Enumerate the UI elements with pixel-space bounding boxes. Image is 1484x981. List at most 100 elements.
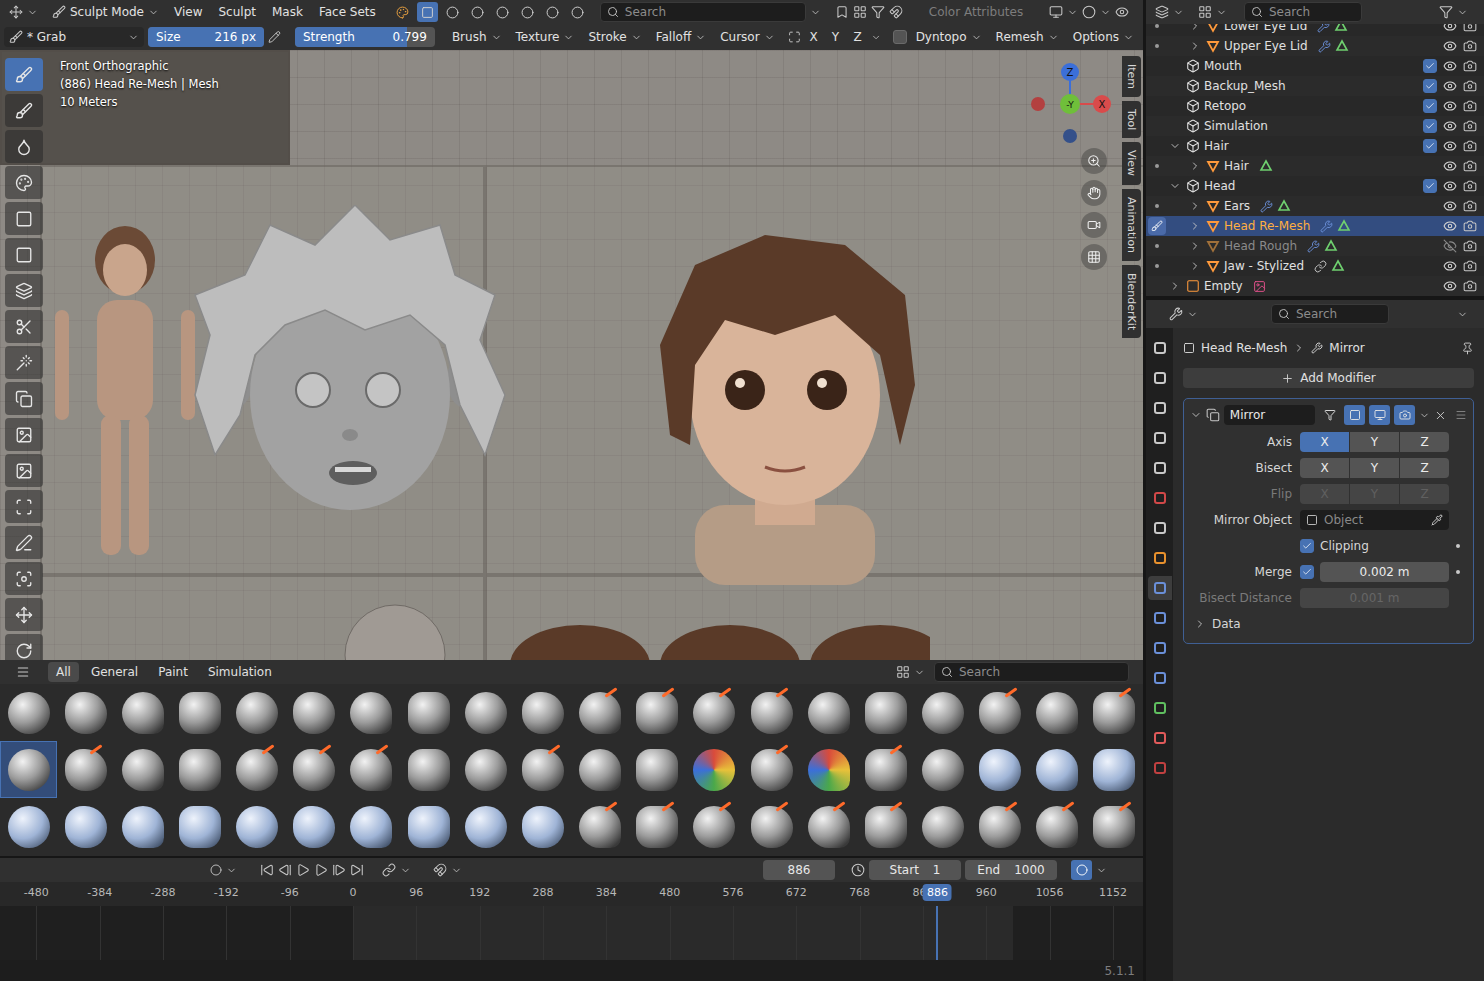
- tool-button[interactable]: [5, 238, 43, 271]
- brush-dropdown[interactable]: * Grab: [4, 27, 144, 47]
- display-mode-icon[interactable]: [521, 6, 534, 19]
- mode-dot[interactable]: [1155, 164, 1159, 168]
- check-icon[interactable]: [1425, 101, 1435, 111]
- header-menu[interactable]: Face Sets: [313, 2, 382, 22]
- tool-button[interactable]: [5, 58, 43, 91]
- render-icon[interactable]: [1463, 219, 1477, 233]
- mesh-data-icon[interactable]: [1335, 39, 1349, 53]
- brush-asset[interactable]: [57, 741, 114, 798]
- play-reverse-icon[interactable]: [296, 863, 310, 877]
- tool-button[interactable]: [5, 310, 43, 343]
- symmetry-toggle[interactable]: Z: [849, 27, 867, 47]
- start-frame-field[interactable]: Start1: [869, 860, 961, 880]
- brush-asset[interactable]: [800, 684, 857, 741]
- mirror-modifier-icon[interactable]: [1206, 408, 1220, 422]
- modifier-toggle-icon[interactable]: [1349, 409, 1361, 421]
- brush-asset[interactable]: [57, 798, 114, 855]
- modifier-toggle[interactable]: [1319, 405, 1340, 425]
- collapse-icon[interactable]: [1194, 618, 1206, 630]
- sync-icon[interactable]: [382, 863, 396, 877]
- render-icon[interactable]: [1463, 259, 1477, 273]
- modifier-toggle-icon[interactable]: [1324, 409, 1336, 421]
- brush-asset[interactable]: [629, 684, 686, 741]
- render-icon[interactable]: [1463, 119, 1477, 133]
- camera-button[interactable]: [1081, 212, 1107, 238]
- tool-button[interactable]: [5, 382, 43, 415]
- hand-icon[interactable]: [1087, 186, 1101, 200]
- render-icon[interactable]: [1463, 199, 1477, 213]
- render-icon[interactable]: [1463, 239, 1477, 253]
- tool-button[interactable]: [5, 418, 43, 451]
- shading-icon[interactable]: [1082, 5, 1096, 19]
- chevron-down-icon[interactable]: [1457, 7, 1468, 18]
- drag-handle-icon[interactable]: [1455, 409, 1467, 421]
- tool-icon[interactable]: [15, 210, 33, 228]
- eye-icon[interactable]: [1443, 259, 1457, 273]
- brush-asset[interactable]: [457, 684, 514, 741]
- display-toggle[interactable]: [417, 2, 438, 22]
- properties-tab[interactable]: [1148, 456, 1172, 480]
- properties-tab[interactable]: [1148, 366, 1172, 390]
- brush-asset[interactable]: [0, 684, 57, 741]
- data-subpanel[interactable]: Data: [1190, 613, 1467, 635]
- outliner-row[interactable]: Upper Eye Lid: [1146, 36, 1484, 56]
- collapsed-icon[interactable]: [1189, 160, 1201, 172]
- plus-icon[interactable]: [1281, 372, 1294, 385]
- ortho-button[interactable]: [1081, 244, 1107, 270]
- expanded-icon[interactable]: [1169, 140, 1181, 152]
- timeline-ruler[interactable]: -480-384-288-192-96096192288384480576672…: [0, 882, 1143, 906]
- brush-asset[interactable]: [1086, 684, 1143, 741]
- eye-icon[interactable]: [1443, 279, 1457, 293]
- tool-button[interactable]: [5, 346, 43, 379]
- keyframe-decorator[interactable]: [1456, 570, 1460, 574]
- brush-asset[interactable]: [514, 741, 571, 798]
- symmetry-icon[interactable]: [788, 30, 801, 44]
- pressure-icon[interactable]: [268, 30, 281, 44]
- tool-menu[interactable]: Remesh: [991, 27, 1064, 47]
- render-icon[interactable]: [1463, 159, 1477, 173]
- brush-asset[interactable]: [914, 741, 971, 798]
- chevron-down-icon[interactable]: [810, 7, 821, 18]
- chevron-down-icon[interactable]: [1173, 7, 1184, 18]
- chevron-down-icon[interactable]: [491, 32, 502, 43]
- add-modifier-button[interactable]: Add Modifier: [1183, 368, 1474, 388]
- tool-icon[interactable]: [15, 498, 33, 516]
- check-icon[interactable]: [1425, 81, 1435, 91]
- collapsed-icon[interactable]: [1169, 280, 1181, 292]
- chevron-down-icon[interactable]: [914, 667, 925, 678]
- brush-asset[interactable]: [572, 798, 629, 855]
- brush-asset[interactable]: [57, 684, 114, 741]
- display-mode-icon[interactable]: [546, 6, 559, 19]
- brush-asset[interactable]: [114, 741, 171, 798]
- mode-dot[interactable]: [1155, 244, 1159, 248]
- zoom-icon[interactable]: [1087, 154, 1101, 168]
- tool-icon[interactable]: [15, 462, 33, 480]
- brush-asset[interactable]: [629, 798, 686, 855]
- display-mode-icon[interactable]: [396, 6, 409, 19]
- tool-icon[interactable]: [15, 246, 33, 264]
- properties-tab[interactable]: [1148, 336, 1172, 360]
- display-dropdown[interactable]: [891, 662, 930, 682]
- tool-menu[interactable]: Texture: [511, 27, 580, 47]
- brush-asset[interactable]: [972, 684, 1029, 741]
- tool-icon[interactable]: [15, 354, 33, 372]
- display-toggle[interactable]: [517, 2, 538, 22]
- collapsed-icon[interactable]: [1189, 260, 1201, 272]
- mode-dot[interactable]: [1155, 264, 1159, 268]
- axis-toggle[interactable]: Y: [1350, 458, 1399, 478]
- record-icon[interactable]: [210, 864, 222, 876]
- snap-icon[interactable]: [433, 863, 447, 877]
- brush-asset[interactable]: [286, 798, 343, 855]
- brush-asset[interactable]: [400, 798, 457, 855]
- number-field[interactable]: 0.002 m: [1320, 562, 1449, 582]
- brush-asset[interactable]: [229, 798, 286, 855]
- search-icon[interactable]: [1251, 6, 1263, 18]
- chevron-down-icon[interactable]: [971, 32, 982, 43]
- brush-asset[interactable]: [686, 741, 743, 798]
- eye-icon[interactable]: [1443, 59, 1457, 73]
- tool-icon[interactable]: [15, 642, 33, 660]
- grid-icon[interactable]: [1087, 250, 1101, 264]
- eye-icon[interactable]: [1443, 99, 1457, 113]
- collection-checkbox[interactable]: [1423, 119, 1437, 133]
- size-slider[interactable]: Size216 px: [148, 27, 264, 47]
